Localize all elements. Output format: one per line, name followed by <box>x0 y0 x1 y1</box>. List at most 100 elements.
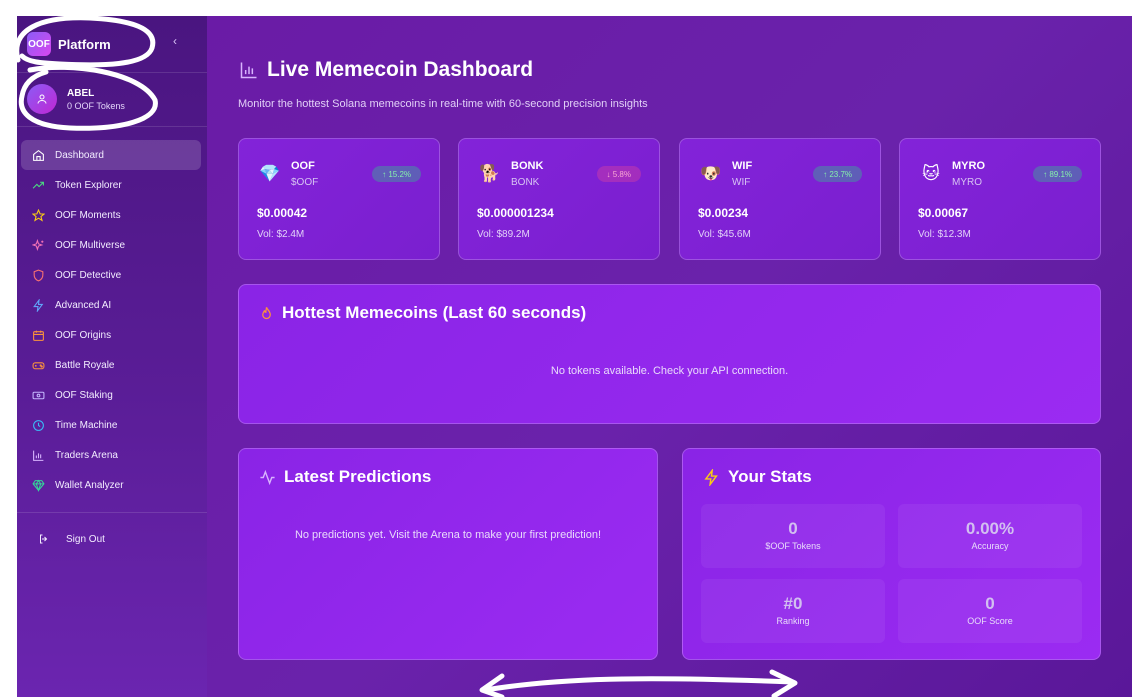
sidebar-item-advanced-ai[interactable]: Advanced AI <box>21 290 201 320</box>
user-token-balance: 0 OOF Tokens <box>67 100 125 111</box>
coin-symbol: BONK <box>511 177 540 188</box>
divider <box>17 126 207 127</box>
bar-chart-icon <box>31 448 45 462</box>
calendar-icon <box>31 328 45 342</box>
coin-price: $0.000001234 <box>477 206 554 220</box>
user-profile[interactable]: ABEL 0 OOF Tokens <box>27 84 125 114</box>
stats-title: Your Stats <box>728 467 812 486</box>
coin-volume: Vol: $12.3M <box>918 229 971 240</box>
brand[interactable]: OOF Platform <box>27 32 111 56</box>
stat-value: 0 <box>985 594 995 613</box>
coin-symbol: $OOF <box>291 177 319 188</box>
coin-symbol: WIF <box>732 177 751 188</box>
avatar <box>27 84 57 114</box>
activity-icon <box>259 469 276 486</box>
sidebar-item-label: Advanced AI <box>55 299 112 311</box>
cat-icon: 🐱 <box>922 164 940 183</box>
gem-icon: 💎 <box>259 164 281 183</box>
stat-label: OOF Score <box>967 616 1013 626</box>
sidebar-item-oof-multiverse[interactable]: OOF Multiverse <box>21 230 201 260</box>
sidebar-item-label: OOF Multiverse <box>55 239 126 251</box>
hottest-title: Hottest Memecoins (Last 60 seconds) <box>282 303 587 322</box>
star-icon <box>31 208 45 222</box>
user-icon <box>37 94 47 104</box>
sidebar-item-token-explorer[interactable]: Token Explorer <box>21 170 201 200</box>
sidebar-item-traders-arena[interactable]: Traders Arena <box>21 440 201 470</box>
panel-title: Your Stats <box>703 467 812 487</box>
sidebar-item-label: Traders Arena <box>55 449 118 461</box>
stat-accuracy: 0.00% Accuracy <box>898 504 1082 568</box>
stat-value: 0 <box>788 519 798 538</box>
sidebar-item-oof-detective[interactable]: OOF Detective <box>21 260 201 290</box>
stat-ranking: #0 Ranking <box>701 579 885 643</box>
coin-price: $0.00042 <box>257 206 308 220</box>
shield-icon <box>31 268 45 282</box>
stat-label: Accuracy <box>971 541 1009 551</box>
divider <box>17 512 207 513</box>
stat-label: Ranking <box>776 616 810 626</box>
flame-icon <box>259 305 274 322</box>
chevron-left-icon[interactable]: ‹ <box>173 34 177 48</box>
sidebar: OOF Platform ‹ ABEL 0 OOF Tokens Dashboa… <box>17 16 207 697</box>
coin-name: OOF <box>291 160 315 172</box>
price-change-badge: ↑ 23.7% <box>813 166 862 182</box>
sidebar-nav: Dashboard Token Explorer OOF Moments OOF… <box>21 140 201 500</box>
gem-icon <box>31 478 45 492</box>
sign-out-label: Sign Out <box>66 533 105 545</box>
empty-state-message: No predictions yet. Visit the Arena to m… <box>294 529 602 541</box>
main-content: Live Memecoin Dashboard Monitor the hott… <box>207 16 1132 697</box>
stat-oof-score: 0 OOF Score <box>898 579 1082 643</box>
latest-predictions-panel: Latest Predictions No predictions yet. V… <box>238 448 658 660</box>
coin-card-wif[interactable]: 🐶 WIF WIF ↑ 23.7% $0.00234 Vol: $45.6M <box>679 138 881 260</box>
stat-value: 0.00% <box>965 519 1015 538</box>
sign-out-button[interactable]: Sign Out <box>37 532 105 546</box>
coin-card-myro[interactable]: 🐱 MYRO MYRO ↑ 89.1% $0.00067 Vol: $12.3M <box>899 138 1101 260</box>
dog-face-icon: 🐶 <box>700 164 722 183</box>
sidebar-item-label: OOF Moments <box>55 209 121 221</box>
coin-price: $0.00234 <box>698 206 749 220</box>
coin-card-bonk[interactable]: 🐕 BONK BONK ↓ 5.8% $0.000001234 Vol: $89… <box>458 138 660 260</box>
app-window: OOF Platform ‹ ABEL 0 OOF Tokens Dashboa… <box>17 16 1132 697</box>
sidebar-item-oof-moments[interactable]: OOF Moments <box>21 200 201 230</box>
sidebar-item-time-machine[interactable]: Time Machine <box>21 410 201 440</box>
zap-icon <box>31 298 45 312</box>
sparkles-icon <box>31 238 45 252</box>
sidebar-item-label: Dashboard <box>55 149 104 161</box>
sidebar-item-battle-royale[interactable]: Battle Royale <box>21 350 201 380</box>
sidebar-item-oof-staking[interactable]: OOF Staking <box>21 380 201 410</box>
dog-icon: 🐕 <box>479 164 501 183</box>
page-title: Live Memecoin Dashboard <box>267 58 534 81</box>
home-icon <box>31 148 45 162</box>
trending-up-icon <box>31 178 45 192</box>
coin-name: MYRO <box>952 160 985 172</box>
sidebar-item-label: Token Explorer <box>55 179 122 191</box>
sidebar-item-oof-origins[interactable]: OOF Origins <box>21 320 201 350</box>
hottest-memecoins-panel: Hottest Memecoins (Last 60 seconds) No t… <box>238 284 1101 424</box>
coin-name: BONK <box>511 160 544 172</box>
bar-chart-icon <box>240 62 257 79</box>
brand-name: Platform <box>58 36 111 52</box>
price-change-badge: ↓ 5.8% <box>596 166 641 182</box>
user-name: ABEL <box>67 87 95 99</box>
coin-volume: Vol: $89.2M <box>477 229 530 240</box>
clock-icon <box>31 418 45 432</box>
your-stats-panel: Your Stats 0 $OOF Tokens 0.00% Accuracy … <box>682 448 1101 660</box>
coin-symbol: MYRO <box>952 177 982 188</box>
panel-title: Latest Predictions <box>259 467 431 487</box>
coin-volume: Vol: $45.6M <box>698 229 751 240</box>
log-out-icon <box>37 532 51 546</box>
price-change-badge: ↑ 89.1% <box>1033 166 1082 182</box>
panel-title: Hottest Memecoins (Last 60 seconds) <box>259 303 586 323</box>
sidebar-item-label: OOF Staking <box>55 389 113 401</box>
sidebar-item-label: Time Machine <box>55 419 118 431</box>
price-change-badge: ↑ 15.2% <box>372 166 421 182</box>
stat-value: #0 <box>783 594 803 613</box>
coin-name: WIF <box>732 160 753 172</box>
sidebar-item-dashboard[interactable]: Dashboard <box>21 140 201 170</box>
coin-volume: Vol: $2.4M <box>257 229 305 240</box>
coin-card-oof[interactable]: 💎 OOF $OOF ↑ 15.2% $0.00042 Vol: $2.4M <box>238 138 440 260</box>
gamepad-icon <box>31 358 45 372</box>
banknote-icon <box>31 388 45 402</box>
sidebar-item-label: Wallet Analyzer <box>55 479 124 491</box>
sidebar-item-wallet-analyzer[interactable]: Wallet Analyzer <box>21 470 201 500</box>
